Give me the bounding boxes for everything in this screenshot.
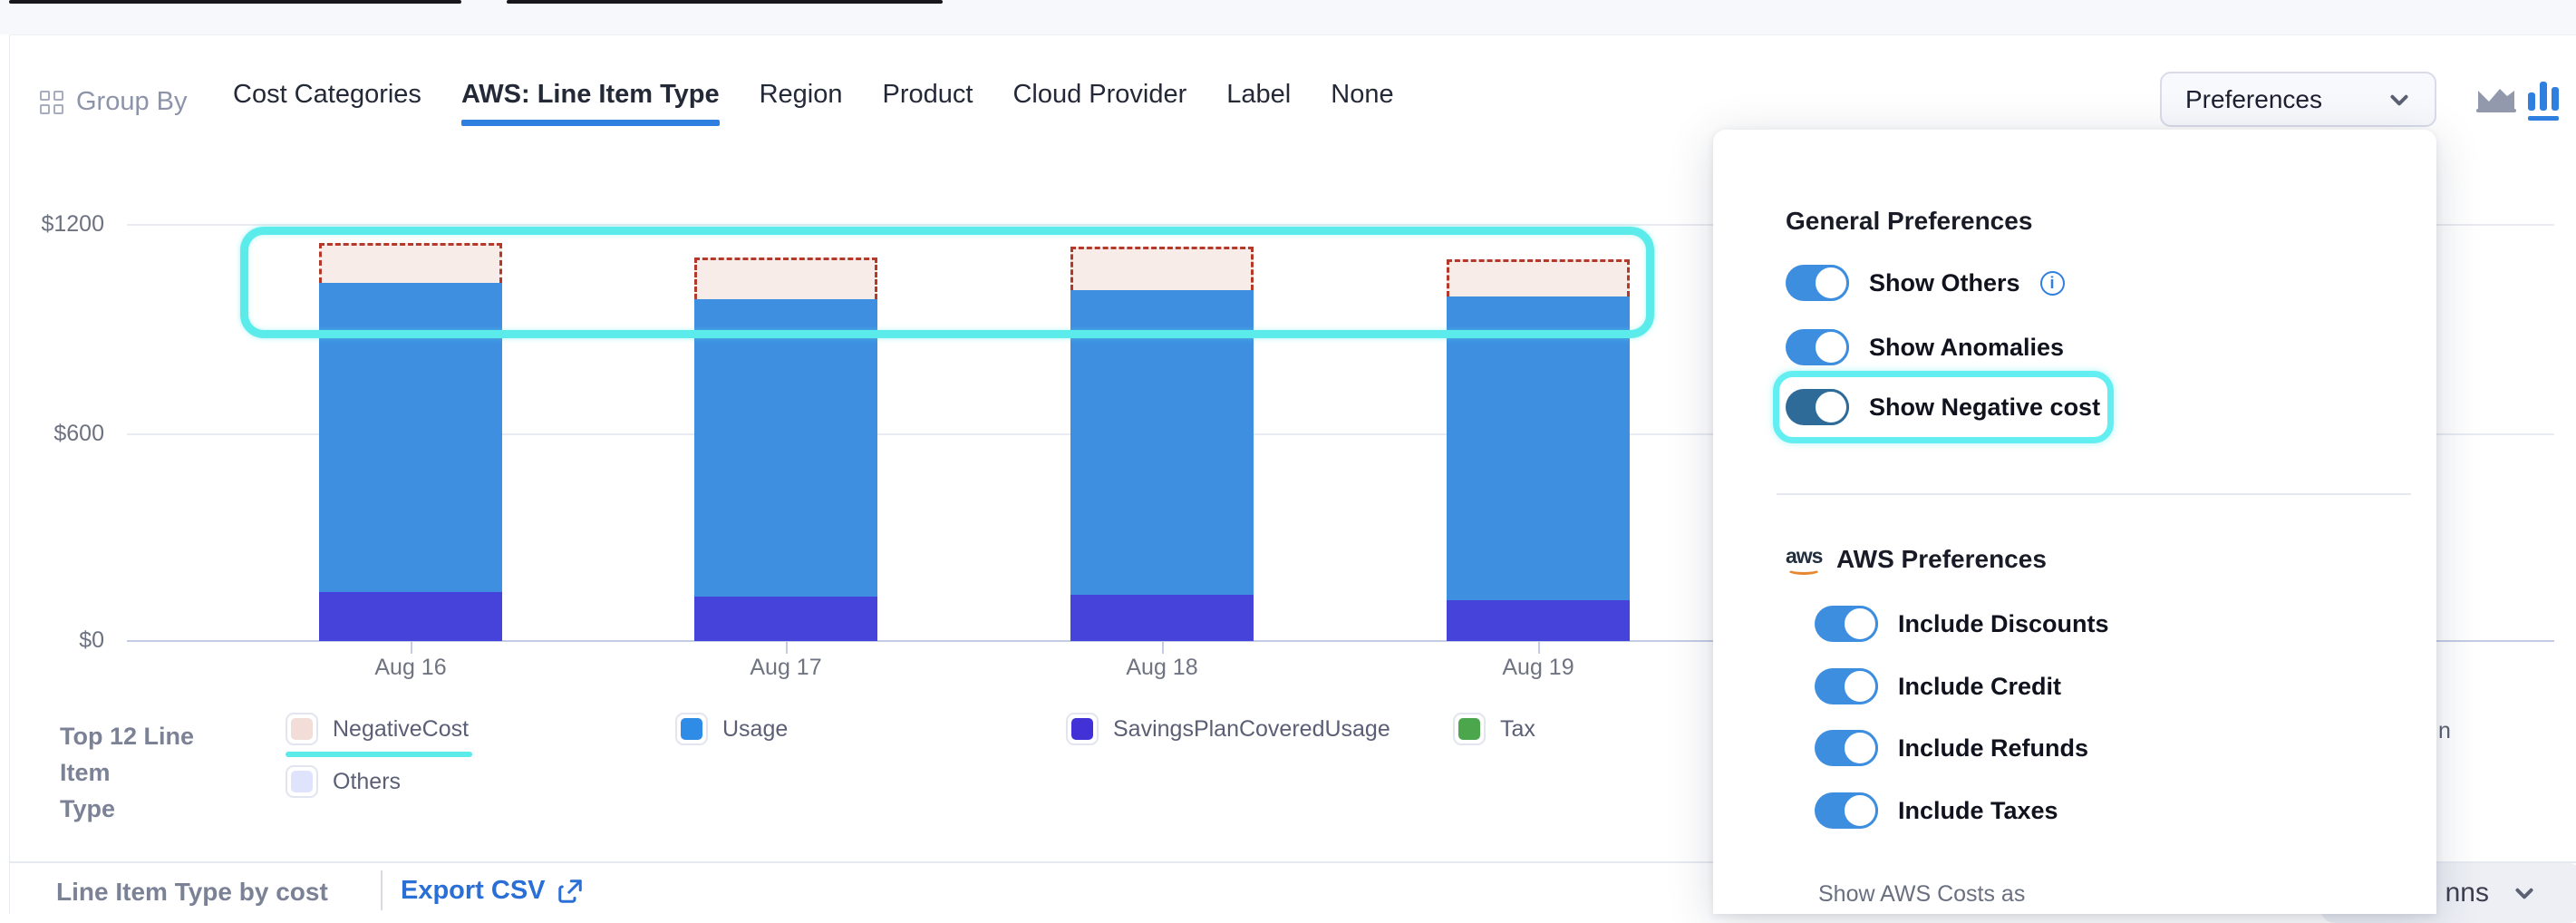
legend-swatch-usage (675, 713, 708, 745)
include-discounts-toggle[interactable] (1815, 606, 1878, 642)
include-refunds-row: Include Refunds (1815, 730, 2088, 766)
show-negative-cost-toggle[interactable] (1786, 389, 1849, 425)
include-taxes-row: Include Taxes (1815, 792, 2058, 829)
info-icon[interactable]: i (2040, 271, 2065, 296)
legend-swatch-others (286, 765, 318, 798)
x-tick-label-aug-16: Aug 16 (319, 655, 502, 681)
x-tick-mark (1538, 642, 1540, 654)
tab-region[interactable]: Region (760, 80, 843, 126)
external-link-icon (557, 878, 584, 905)
legend-negativecost-underline (286, 752, 472, 757)
legend-swatch-savingsplancoveredusage (1066, 713, 1099, 745)
chevron-down-icon (2513, 881, 2536, 905)
x-tick-mark (1162, 642, 1164, 654)
show-others-row: Show Others i (1786, 265, 2065, 301)
panel-divider (1777, 493, 2411, 495)
legend-item-others[interactable]: Others (286, 765, 401, 798)
bar-2-savingsplancoveredusage[interactable] (1070, 595, 1254, 641)
group-by-label-block: Group By (40, 87, 188, 117)
section-title: Line Item Type by cost (56, 878, 328, 907)
include-refunds-toggle[interactable] (1815, 730, 1878, 766)
legend-item-negativecost[interactable]: NegativeCost (286, 713, 469, 745)
y-tick-1200: $1200 (14, 211, 104, 238)
bar-3-usage[interactable] (1447, 296, 1630, 600)
export-csv-link[interactable]: Export CSV (401, 876, 584, 906)
tab-aws-line-item-type[interactable]: AWS: Line Item Type (461, 80, 720, 126)
include-credit-row: Include Credit (1815, 668, 2061, 704)
legend-item-tax[interactable]: Tax (1453, 713, 1535, 745)
window-top-edge-right (507, 0, 943, 4)
legend-item-savingsplancoveredusage[interactable]: SavingsPlanCoveredUsage (1066, 713, 1390, 745)
x-tick-label-aug-17: Aug 17 (694, 655, 877, 681)
include-taxes-toggle[interactable] (1815, 792, 1878, 829)
show-aws-costs-as-label: Show AWS Costs as (1818, 881, 2025, 908)
negative-cost-highlight-box (240, 227, 1654, 338)
x-tick-label-aug-18: Aug 18 (1070, 655, 1254, 681)
tab-label[interactable]: Label (1226, 80, 1291, 126)
include-discounts-row: Include Discounts (1815, 606, 2109, 642)
general-preferences-header: General Preferences (1786, 207, 2032, 236)
x-tick-mark (411, 642, 412, 654)
aws-preferences-header-row: aws AWS Preferences (1786, 544, 2047, 575)
group-by-label: Group By (76, 87, 188, 117)
x-tick-label-aug-19: Aug 19 (1447, 655, 1630, 681)
tab-cloud-provider[interactable]: Cloud Provider (1012, 80, 1186, 126)
chevron-down-icon (2387, 88, 2411, 112)
legend-swatch-negativecost (286, 713, 318, 745)
bar-0-savingsplancoveredusage[interactable] (319, 592, 502, 641)
preferences-button-label: Preferences (2185, 85, 2322, 114)
x-tick-mark (786, 642, 788, 654)
include-credit-toggle[interactable] (1815, 668, 1878, 704)
aws-preferences-header: AWS Preferences (1836, 545, 2047, 574)
window-top-edge-left (9, 0, 461, 4)
footer-vertical-separator (381, 870, 383, 910)
bar-3-savingsplancoveredusage[interactable] (1447, 600, 1630, 641)
legend-item-hidden-fragment: n (2438, 718, 2451, 744)
legend-title: Top 12 Line ItemType (60, 718, 241, 827)
page-top-strip (0, 0, 2576, 34)
show-others-toggle[interactable] (1786, 265, 1849, 301)
show-anomalies-toggle[interactable] (1786, 329, 1849, 365)
bar-chart-toggle-icon-active[interactable] (2528, 82, 2559, 121)
bar-1-savingsplancoveredusage[interactable] (694, 597, 877, 641)
group-by-grid-icon (40, 91, 63, 114)
tab-cost-categories[interactable]: Cost Categories (233, 80, 421, 126)
group-by-tabs: Cost Categories AWS: Line Item Type Regi… (233, 80, 1394, 126)
aws-logo-icon: aws (1786, 544, 1825, 575)
preferences-dropdown-button[interactable]: Preferences (2160, 72, 2436, 127)
y-tick-0: $0 (14, 627, 104, 654)
area-chart-toggle-icon[interactable] (2476, 82, 2516, 119)
tab-none[interactable]: None (1331, 80, 1393, 126)
bar-1-usage[interactable] (694, 299, 877, 597)
show-negative-cost-row: Show Negative cost (1786, 389, 2100, 425)
show-anomalies-row: Show Anomalies (1786, 329, 2064, 365)
legend-item-usage[interactable]: Usage (675, 713, 788, 745)
y-tick-600: $600 (14, 421, 104, 447)
legend-swatch-tax (1453, 713, 1486, 745)
tab-product[interactable]: Product (883, 80, 973, 126)
bar-chart-active-underline (2528, 116, 2559, 121)
